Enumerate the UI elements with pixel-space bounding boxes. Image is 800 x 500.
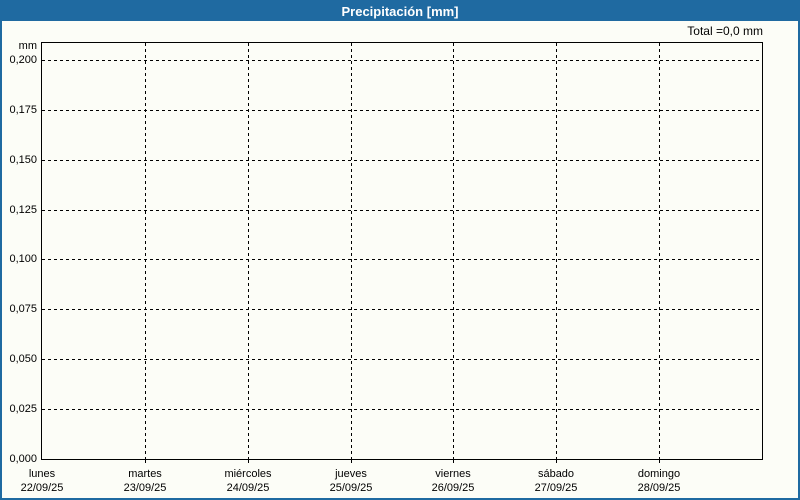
x-date-label: 25/09/25 [329, 482, 373, 494]
y-axis-unit-label: mm [18, 40, 37, 52]
x-day-label: jueves [335, 468, 367, 480]
y-gridline [42, 309, 762, 310]
x-gridline [248, 43, 249, 459]
x-day-label: lunes [28, 468, 56, 480]
x-tick-label: domingo 28/09/25 [614, 468, 704, 495]
y-gridline [42, 60, 762, 61]
chart-window: Precipitación [mm] Total =0,0 mm mm 0,20… [0, 0, 800, 500]
x-axis-tick [145, 460, 146, 463]
x-gridline [453, 43, 454, 459]
total-label: Total =0,0 mm [687, 24, 763, 38]
y-tick-label: 0,175 [9, 104, 37, 116]
y-tick-label: 0,000 [9, 453, 37, 465]
y-gridline [42, 359, 762, 360]
x-tick-label: jueves 25/09/25 [306, 468, 396, 495]
y-tick-label: 0,025 [9, 403, 37, 415]
y-tick-label: 0,050 [9, 353, 37, 365]
plot-area [41, 42, 763, 463]
x-axis-tick [351, 460, 352, 463]
x-gridline [145, 43, 146, 459]
x-day-label: domingo [637, 468, 681, 480]
x-axis-tick [453, 460, 454, 463]
x-axis-tick [556, 460, 557, 463]
x-day-label: viernes [435, 468, 471, 480]
x-day-label: martes [128, 468, 162, 480]
y-gridline [42, 110, 762, 111]
chart-canvas: Total =0,0 mm mm 0,200 0,175 0,150 0,125 0,1… [2, 2, 798, 498]
x-tick-label: lunes 22/09/25 [2, 468, 87, 495]
x-date-label: 23/09/25 [123, 482, 167, 494]
x-gridline [351, 43, 352, 459]
x-axis-tick [659, 460, 660, 463]
x-day-label: sábado [537, 468, 575, 480]
x-axis-tick [248, 460, 249, 463]
y-tick-label: 0,150 [9, 154, 37, 166]
y-tick-label: 0,200 [9, 54, 37, 66]
x-tick-label: sábado 27/09/25 [511, 468, 601, 495]
y-gridline [42, 160, 762, 161]
y-gridline [42, 259, 762, 260]
y-gridline [42, 409, 762, 410]
x-date-label: 24/09/25 [226, 482, 270, 494]
x-date-label: 26/09/25 [431, 482, 475, 494]
y-tick-label: 0,100 [9, 253, 37, 265]
x-gridline [556, 43, 557, 459]
x-tick-label: viernes 26/09/25 [408, 468, 498, 495]
y-tick-label: 0,075 [9, 303, 37, 315]
x-date-label: 28/09/25 [637, 482, 681, 494]
x-date-label: 22/09/25 [20, 482, 64, 494]
x-tick-label: martes 23/09/25 [100, 468, 190, 495]
x-date-label: 27/09/25 [534, 482, 578, 494]
x-gridline [659, 43, 660, 459]
x-day-label: miércoles [224, 468, 272, 480]
y-gridline [42, 210, 762, 211]
x-tick-label: miércoles 24/09/25 [203, 468, 293, 495]
y-tick-label: 0,125 [9, 204, 37, 216]
